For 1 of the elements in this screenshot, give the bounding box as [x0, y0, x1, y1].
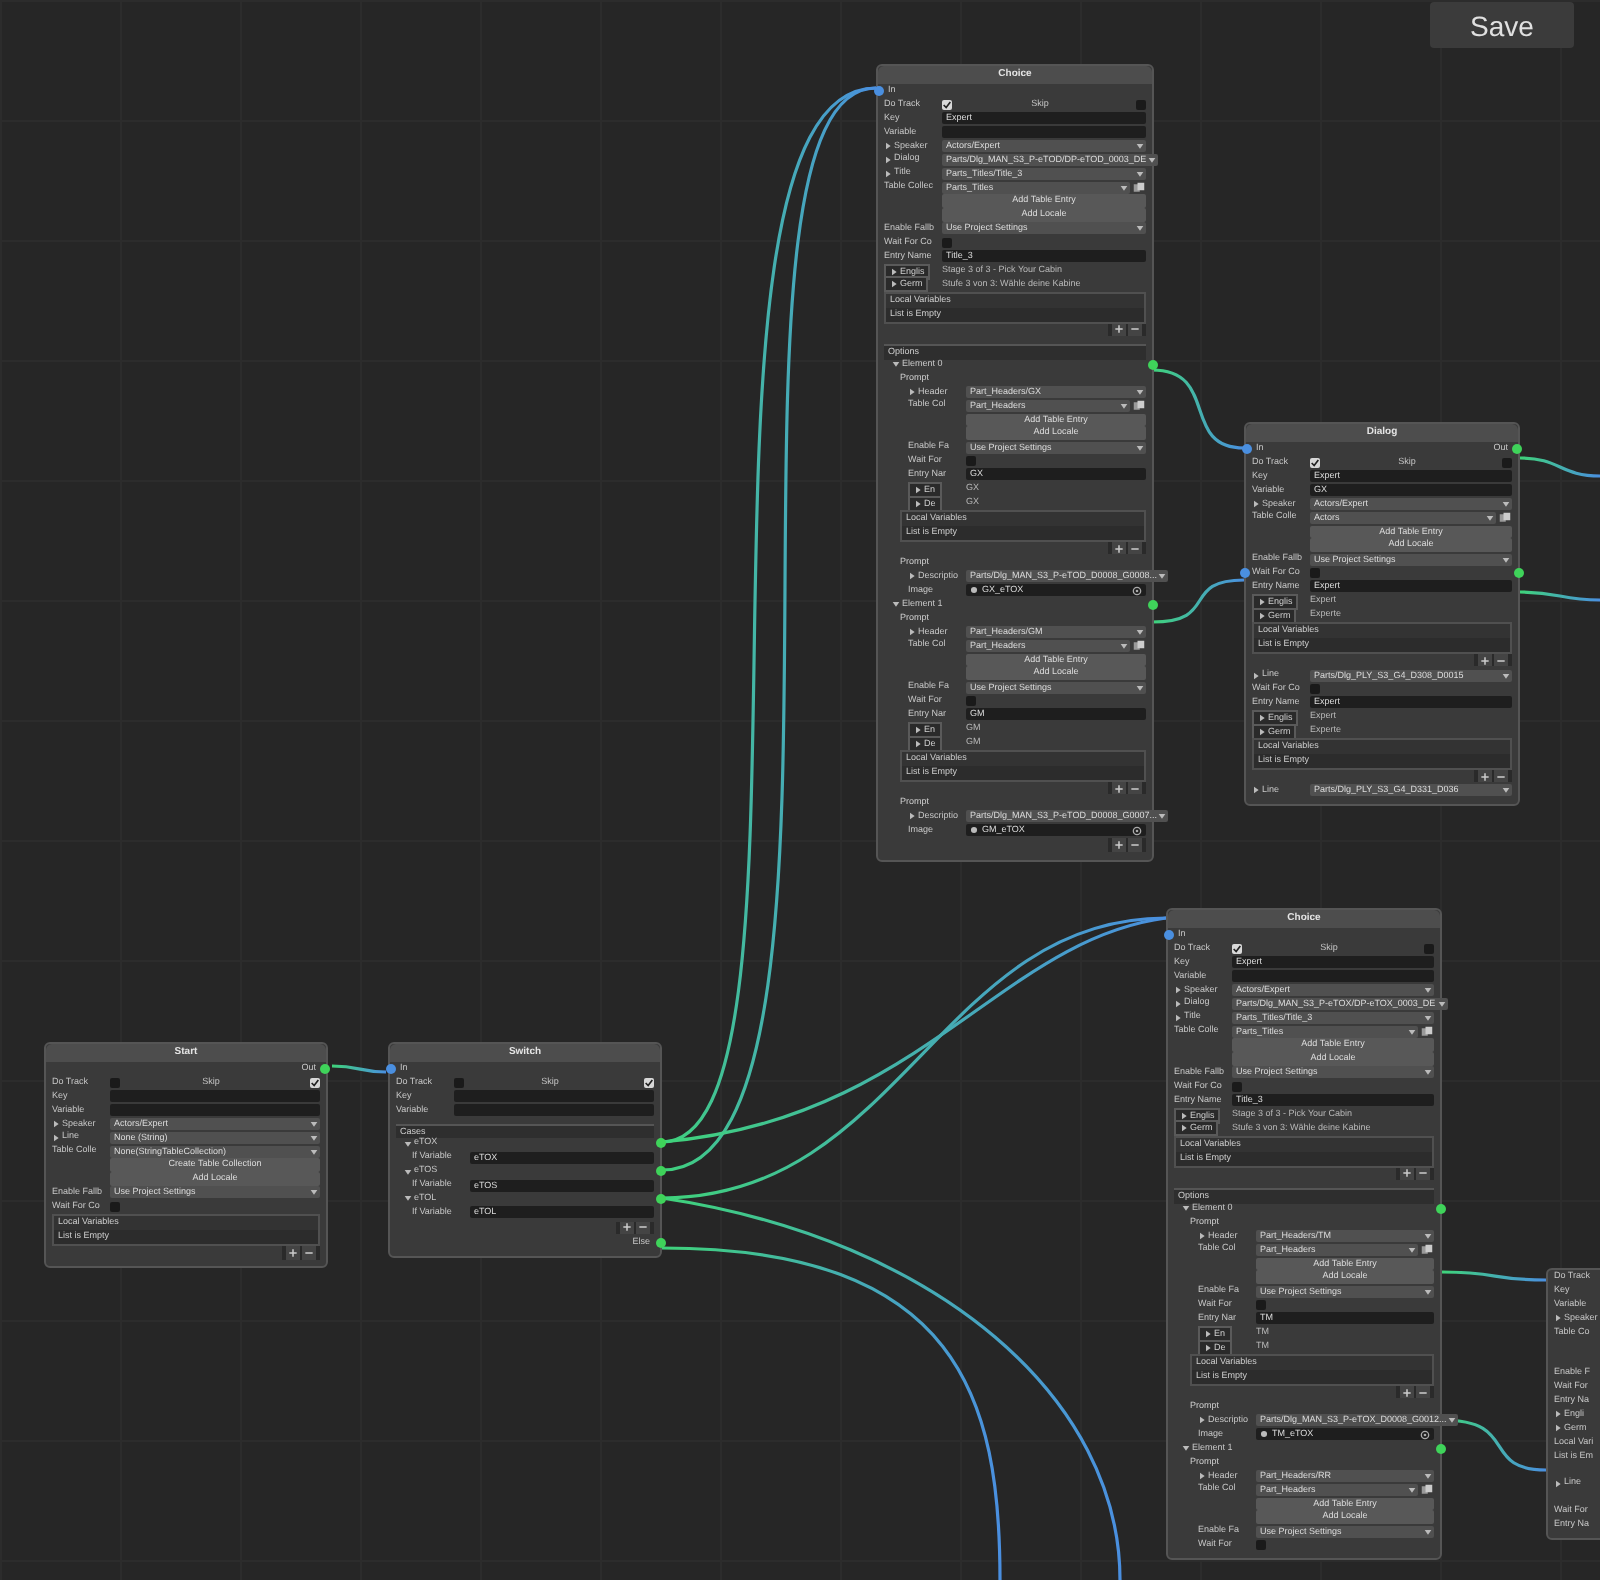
save-button[interactable]: Save	[1430, 2, 1574, 48]
